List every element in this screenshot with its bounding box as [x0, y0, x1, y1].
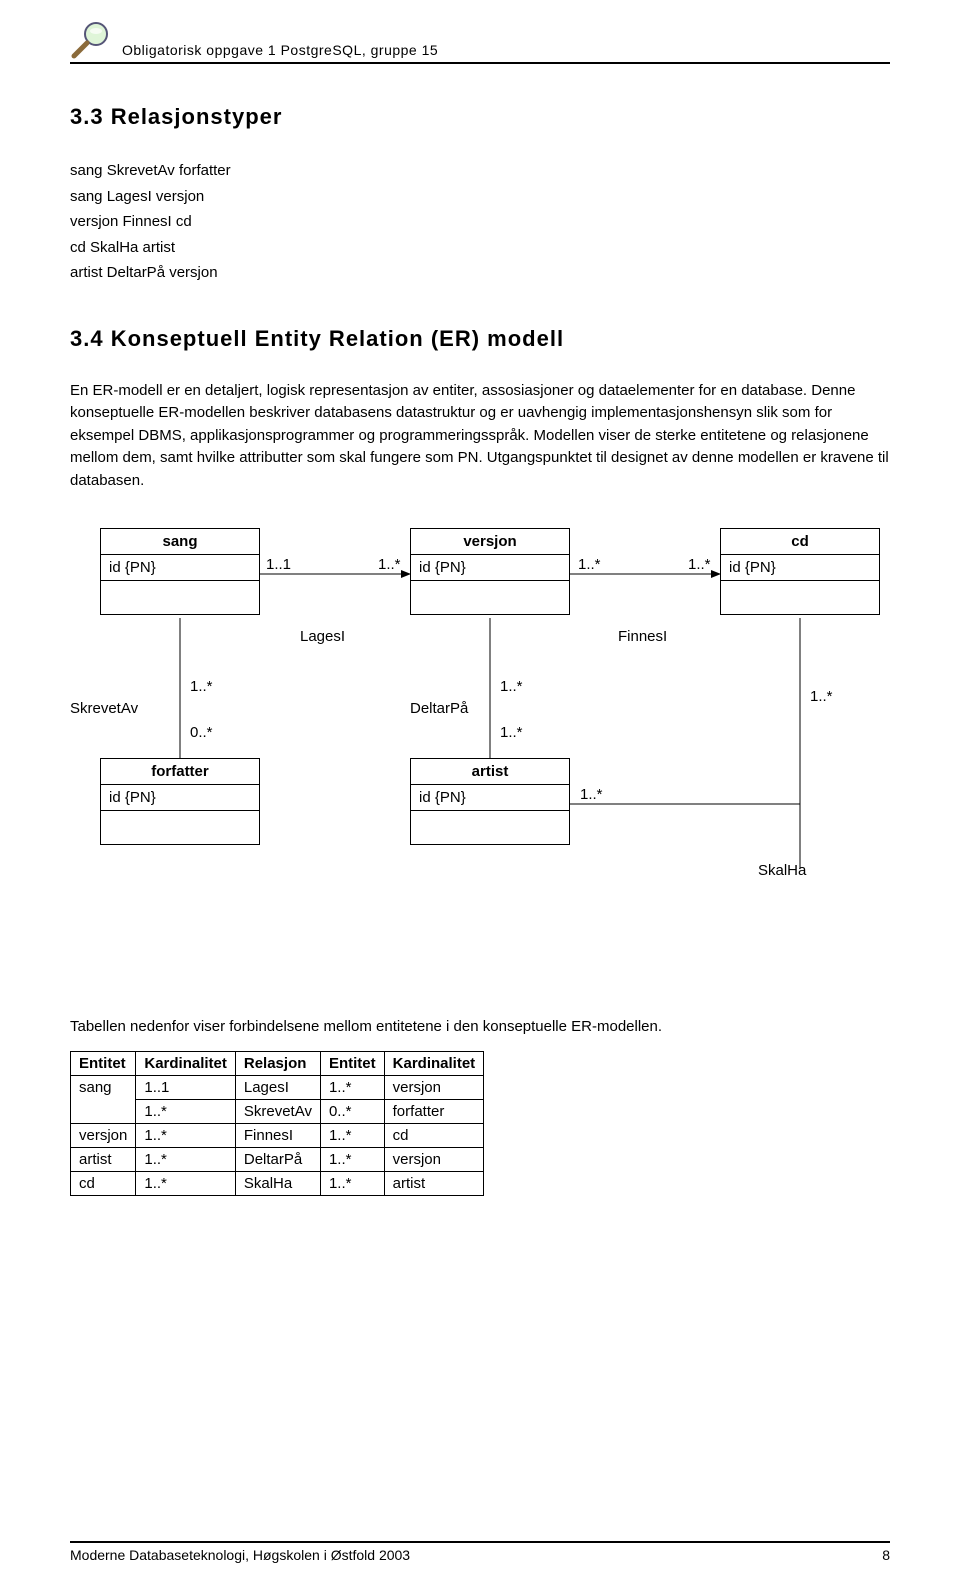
table-cell: sang [71, 1076, 136, 1124]
table-cell: versjon [71, 1124, 136, 1148]
table-header: Relasjon [235, 1052, 320, 1076]
relation-label: SkalHa [758, 862, 806, 879]
er-diagram: sang id {PN} versjon id {PN} cd id {PN} … [70, 528, 890, 948]
relation-item: cd SkalHa artist [70, 235, 890, 261]
table-cell: 1..* [136, 1124, 236, 1148]
entity-title: sang [101, 529, 259, 554]
table-cell: artist [71, 1148, 136, 1172]
cardinality-label: 1..* [688, 556, 711, 573]
cardinality-label: 1..* [580, 786, 603, 803]
entity-empty [411, 580, 569, 614]
table-header: Kardinalitet [384, 1052, 484, 1076]
cardinality-label: 1..* [578, 556, 601, 573]
relation-label: FinnesI [618, 628, 667, 645]
footer-left: Moderne Databaseteknologi, Høgskolen i Ø… [70, 1547, 410, 1563]
entity-empty [721, 580, 879, 614]
relation-item: versjon FinnesI cd [70, 209, 890, 235]
table-cell: 1..1 [136, 1076, 236, 1100]
table-cell: 1..* [136, 1100, 236, 1124]
entity-attr: id {PN} [101, 784, 259, 810]
entity-cd: cd id {PN} [720, 528, 880, 615]
cardinality-label: 0..* [190, 724, 213, 741]
entity-title: artist [411, 759, 569, 784]
magnifier-icon [70, 18, 112, 60]
section-3-4-heading: 3.4 Konseptuell Entity Relation (ER) mod… [70, 326, 890, 352]
entity-attr: id {PN} [721, 554, 879, 580]
entity-forfatter: forfatter id {PN} [100, 758, 260, 845]
cardinality-label: 1..1 [266, 556, 291, 573]
entity-title: forfatter [101, 759, 259, 784]
relation-item: sang LagesI versjon [70, 184, 890, 210]
table-cell: 1..* [320, 1124, 384, 1148]
table-row: sang 1..1 LagesI 1..* versjon [71, 1076, 484, 1100]
entity-artist: artist id {PN} [410, 758, 570, 845]
entity-versjon: versjon id {PN} [410, 528, 570, 615]
table-cell: cd [384, 1124, 484, 1148]
entity-attr: id {PN} [101, 554, 259, 580]
section-3-3-heading: 3.3 Relasjonstyper [70, 104, 890, 130]
table-header: Kardinalitet [136, 1052, 236, 1076]
entity-empty [101, 580, 259, 614]
cardinality-table: Entitet Kardinalitet Relasjon Entitet Ka… [70, 1051, 484, 1196]
footer-page-number: 8 [882, 1547, 890, 1563]
table-cell: LagesI [235, 1076, 320, 1100]
entity-attr: id {PN} [411, 784, 569, 810]
page-footer: Moderne Databaseteknologi, Høgskolen i Ø… [70, 1541, 890, 1563]
table-cell: 1..* [320, 1148, 384, 1172]
relation-label: DeltarPå [410, 700, 468, 717]
table-cell: SkrevetAv [235, 1100, 320, 1124]
table-cell: 0..* [320, 1100, 384, 1124]
cardinality-label: 1..* [378, 556, 401, 573]
table-header-row: Entitet Kardinalitet Relasjon Entitet Ka… [71, 1052, 484, 1076]
table-cell: versjon [384, 1148, 484, 1172]
entity-sang: sang id {PN} [100, 528, 260, 615]
section-3-4-paragraph: En ER-modell er en detaljert, logisk rep… [70, 380, 890, 493]
header-title: Obligatorisk oppgave 1 PostgreSQL, grupp… [122, 42, 438, 58]
table-cell: DeltarPå [235, 1148, 320, 1172]
relation-label: SkrevetAv [70, 700, 138, 717]
cardinality-label: 1..* [190, 678, 213, 695]
table-header: Entitet [320, 1052, 384, 1076]
table-row: artist 1..* DeltarPå 1..* versjon [71, 1148, 484, 1172]
cardinality-label: 1..* [810, 688, 833, 705]
table-cell: 1..* [320, 1172, 384, 1196]
entity-title: cd [721, 529, 879, 554]
entity-empty [101, 810, 259, 844]
relation-label: LagesI [300, 628, 345, 645]
cardinality-label: 1..* [500, 678, 523, 695]
table-header: Entitet [71, 1052, 136, 1076]
table-cell: SkalHa [235, 1172, 320, 1196]
relation-item: sang SkrevetAv forfatter [70, 158, 890, 184]
table-cell: 1..* [136, 1148, 236, 1172]
page-header: Obligatorisk oppgave 1 PostgreSQL, grupp… [70, 0, 890, 64]
table-cell: versjon [384, 1076, 484, 1100]
relation-item: artist DeltarPå versjon [70, 260, 890, 286]
table-cell: cd [71, 1172, 136, 1196]
table-row: cd 1..* SkalHa 1..* artist [71, 1172, 484, 1196]
table-cell: FinnesI [235, 1124, 320, 1148]
cardinality-label: 1..* [500, 724, 523, 741]
table-cell: forfatter [384, 1100, 484, 1124]
relation-list: sang SkrevetAv forfatter sang LagesI ver… [70, 158, 890, 286]
table-intro: Tabellen nedenfor viser forbindelsene me… [70, 1018, 890, 1035]
entity-empty [411, 810, 569, 844]
table-cell: 1..* [320, 1076, 384, 1100]
entity-attr: id {PN} [411, 554, 569, 580]
table-cell: artist [384, 1172, 484, 1196]
entity-title: versjon [411, 529, 569, 554]
table-row: versjon 1..* FinnesI 1..* cd [71, 1124, 484, 1148]
table-cell: 1..* [136, 1172, 236, 1196]
